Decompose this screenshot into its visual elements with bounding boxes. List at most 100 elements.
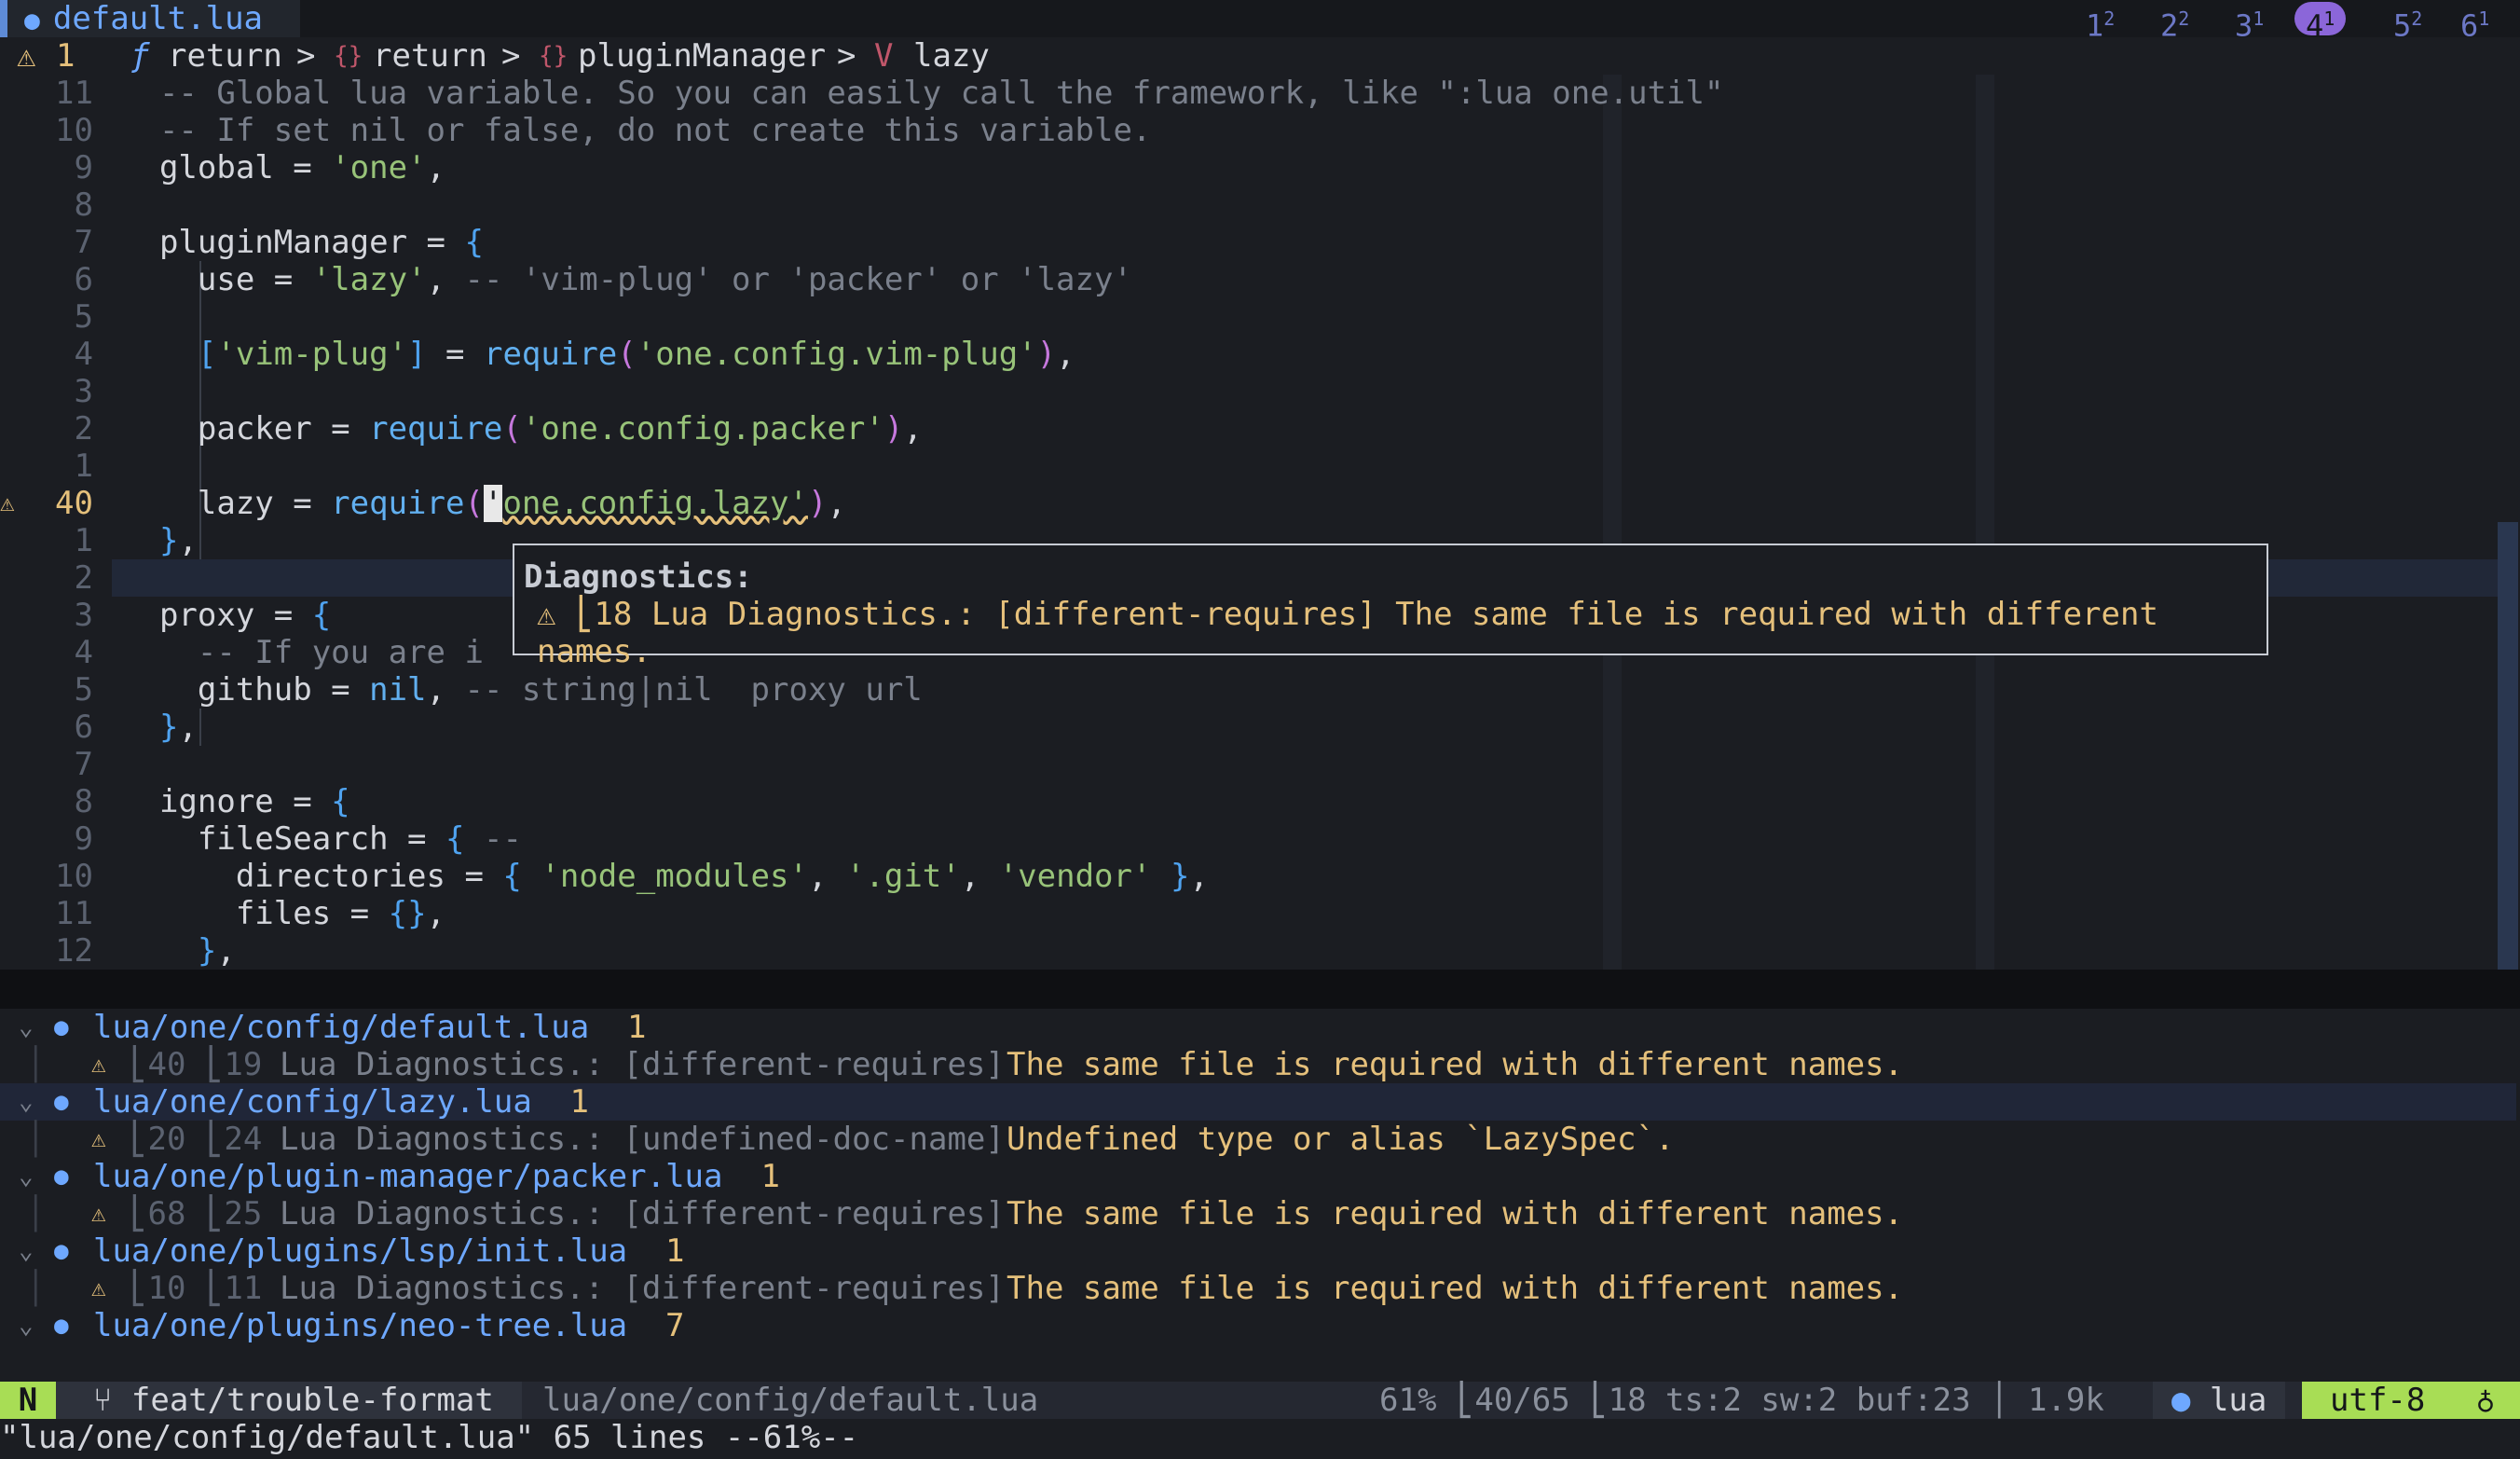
workspace-6[interactable]: 61: [2460, 2, 2490, 43]
code-line[interactable]: github = nil, -- string|nil proxy url: [121, 671, 923, 709]
workspace-5[interactable]: 52: [2393, 2, 2422, 43]
trouble-item-source: Lua Diagnostics.: [different-requires]: [280, 1195, 1005, 1232]
trouble-item-position: ⎣68 ⎣25: [129, 1195, 263, 1232]
branch-name: feat/trouble-format: [130, 1382, 494, 1419]
trouble-file-path: lua/one/config/lazy.lua: [93, 1083, 532, 1121]
code-line[interactable]: fileSearch = { --: [121, 820, 522, 858]
lua-file-icon: ●: [2171, 1382, 2210, 1419]
code-line[interactable]: proxy = {: [121, 597, 331, 634]
line-number: 6: [74, 261, 93, 298]
workspace-1[interactable]: 12: [2086, 2, 2116, 43]
trouble-item-position: ⎣10 ⎣11: [129, 1270, 263, 1307]
trouble-item-source: Lua Diagnostics.: [different-requires]: [280, 1046, 1005, 1083]
code-line[interactable]: ['vim-plug'] = require('one.config.vim-p…: [121, 336, 1075, 373]
workspace-count: 2: [2178, 7, 2190, 30]
trouble-panel[interactable]: ⌄ ● lua/one/config/default.lua 1 │ ⚠ ⎣40 ⎣19 Lu…: [0, 1009, 2520, 1382]
chevron-down-icon: ⌄: [19, 1163, 34, 1191]
lua-file-icon: ●: [54, 1088, 69, 1116]
crumb-lazy[interactable]: lazy: [913, 37, 990, 75]
code-line[interactable]: },: [121, 709, 198, 746]
status-filepath: lua/one/config/default.lua: [542, 1382, 1039, 1419]
function-icon: ƒ: [130, 37, 150, 75]
crumb-return-1[interactable]: return: [168, 37, 282, 75]
line-number: 2: [74, 410, 93, 447]
popup-title: Diagnostics:: [524, 558, 753, 596]
trouble-item-message: Undefined type or alias `LazySpec`.: [1007, 1121, 1675, 1158]
tree-guide: │: [26, 1046, 46, 1083]
mode-indicator: N: [0, 1382, 56, 1419]
workspace-2[interactable]: 22: [2160, 2, 2190, 43]
color-column: [1603, 75, 1622, 970]
code-line[interactable]: ignore = {: [121, 783, 350, 820]
workspace-count: 1: [2253, 7, 2265, 30]
variable-icon: V: [874, 37, 894, 75]
line-number: 3: [74, 597, 93, 634]
crumb-sep: >: [501, 37, 521, 75]
command-line[interactable]: "lua/one/config/default.lua" 65 lines --…: [0, 1419, 2520, 1459]
branch-icon: ⑂: [93, 1382, 131, 1419]
tree-guide: │: [26, 1121, 46, 1158]
crumb-plugin-manager[interactable]: pluginManager: [578, 37, 826, 75]
line-number: 7: [74, 746, 93, 783]
workspace-count: 1: [2478, 7, 2490, 30]
filetype-label: lua: [2209, 1382, 2267, 1419]
winbar-breadcrumb: ⚠ 1 ƒ return > {} return > {} pluginMana…: [0, 37, 2520, 75]
status-end-icon: ♁: [2451, 1382, 2520, 1419]
tabline: ● default.lua 12 22 31 41 52 61: [0, 0, 2520, 43]
trouble-file-count: 1: [665, 1232, 685, 1270]
workspace-count: 2: [2103, 7, 2116, 30]
trouble-file-count: 7: [665, 1307, 685, 1344]
warning-sign-icon: ⚠: [0, 489, 15, 517]
code-line[interactable]: -- If set nil or false, do not create th…: [121, 112, 1151, 149]
scrollbar[interactable]: [2498, 522, 2518, 970]
window-separator[interactable]: [0, 970, 2520, 1009]
line-number: 12: [55, 932, 93, 970]
lua-file-icon: ●: [54, 1163, 69, 1191]
line-number: 11: [55, 895, 93, 932]
line-number: 2: [74, 559, 93, 597]
table-icon: {}: [539, 42, 568, 70]
trouble-item-message: The same file is required with different…: [1007, 1046, 1904, 1083]
warning-icon: ⚠: [91, 1200, 106, 1228]
line-number: 8: [74, 186, 93, 224]
trouble-file-path: lua/one/config/default.lua: [93, 1009, 590, 1046]
workspace-3[interactable]: 31: [2235, 2, 2265, 43]
code-line-current[interactable]: lazy = require('one.config.lazy'),: [121, 485, 846, 522]
warning-icon: ⚠: [91, 1125, 106, 1153]
indent-guide: [199, 709, 201, 746]
editor-pane[interactable]: 11 -- Global lua variable. So you can ea…: [0, 75, 2520, 970]
code-line[interactable]: -- Global lua variable. So you can easil…: [121, 75, 1724, 112]
workspace-4[interactable]: 41: [2294, 2, 2347, 43]
file-encoding: utf-8: [2302, 1382, 2454, 1419]
code-line[interactable]: },: [121, 932, 236, 970]
code-line[interactable]: directories = { 'node_modules', '.git', …: [121, 858, 1209, 895]
trouble-item-source: Lua Diagnostics.: [undefined-doc-name]: [280, 1121, 1005, 1158]
table-icon: {}: [334, 42, 363, 70]
trouble-item-position: ⎣20 ⎣24: [129, 1121, 263, 1158]
code-line[interactable]: use = 'lazy', -- 'vim-plug' or 'packer' …: [121, 261, 1132, 298]
code-line[interactable]: packer = require('one.config.packer'),: [121, 410, 923, 447]
popup-message: ⚠ ⎣18 Lua Diagnostics.: [different-requi…: [537, 596, 2158, 670]
code-line[interactable]: global = 'one',: [121, 149, 445, 186]
code-line[interactable]: pluginManager = {: [121, 224, 484, 261]
trouble-item-source: Lua Diagnostics.: [different-requires]: [280, 1270, 1005, 1307]
code-line[interactable]: files = {},: [121, 895, 445, 932]
code-line[interactable]: },: [121, 522, 198, 559]
trouble-file-path: lua/one/plugins/lsp/init.lua: [93, 1232, 628, 1270]
crumb-return-2[interactable]: return: [373, 37, 487, 75]
git-branch: ⑂ feat/trouble-format: [56, 1382, 522, 1419]
tab-default-lua[interactable]: ● default.lua: [0, 0, 301, 37]
trouble-file-path: lua/one/plugin-manager/packer.lua: [93, 1158, 723, 1195]
trouble-item-position: ⎣40 ⎣19: [129, 1046, 263, 1083]
line-number: 8: [74, 783, 93, 820]
warning-icon: ⚠: [17, 37, 36, 75]
filetype: ● lua: [2153, 1382, 2286, 1419]
status-position: 61% ⎣40/65 ⎣18 ts:2 sw:2 buf:23 │ 1.9k: [1379, 1382, 2104, 1419]
lua-file-icon: ●: [54, 1013, 69, 1041]
lua-file-icon: ●: [54, 1237, 69, 1265]
code-line[interactable]: -- If you are i: [121, 634, 484, 671]
workspace-count: 1: [2323, 7, 2335, 30]
line-number: 9: [74, 149, 93, 186]
line-number: 9: [74, 820, 93, 858]
diagnostics-popup: Diagnostics: ⚠ ⎣18 Lua Diagnostics.: [di…: [513, 544, 2268, 670]
